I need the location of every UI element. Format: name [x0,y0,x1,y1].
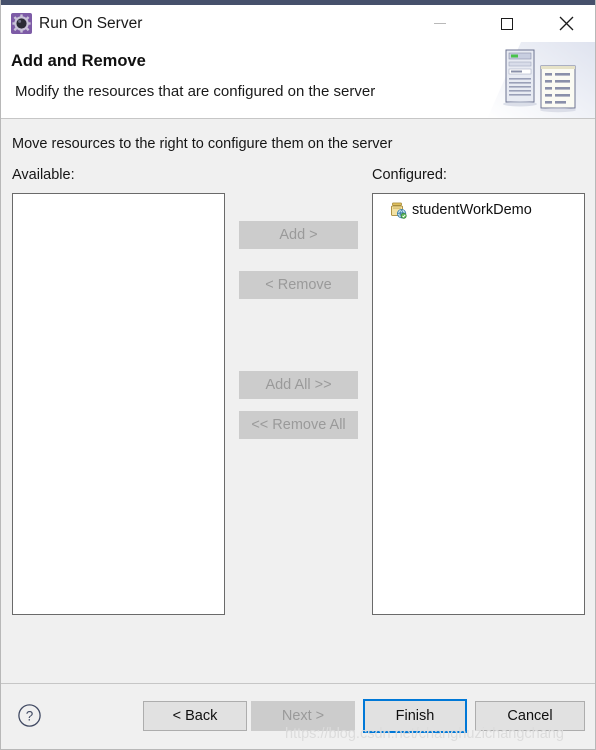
instruction-text: Move resources to the right to configure… [12,136,393,152]
run-on-server-dialog: Run On Server Add and Remove Modify the … [0,0,596,750]
finish-button[interactable]: Finish [363,699,467,733]
dialog-footer: ? < Back Next > Finish Cancel [1,684,595,749]
configured-listbox[interactable]: studentWorkDemo [372,193,585,615]
close-icon[interactable] [544,5,589,42]
gear-icon [11,13,32,34]
page-title: Add and Remove [11,52,146,70]
configured-label: Configured: [372,167,447,183]
title-bar: Run On Server [1,5,595,42]
svg-text:?: ? [26,709,34,724]
list-item-label: studentWorkDemo [412,202,532,218]
page-description: Modify the resources that are configured… [15,83,376,100]
cancel-button[interactable]: Cancel [475,701,585,731]
maximize-icon[interactable] [484,5,529,42]
next-button[interactable]: Next > [251,701,355,731]
help-icon[interactable]: ? [17,703,42,728]
main-content: Move resources to the right to configure… [1,119,595,683]
wizard-header: Add and Remove Modify the resources that… [1,42,595,119]
remove-all-button[interactable]: << Remove All [239,411,358,439]
back-button[interactable]: < Back [143,701,247,731]
add-button[interactable]: Add > [239,221,358,249]
list-item[interactable]: studentWorkDemo [373,199,584,221]
window-title: Run On Server [39,15,143,32]
remove-button[interactable]: < Remove [239,271,358,299]
server-and-document-icon [487,42,595,119]
available-listbox[interactable] [12,193,225,615]
add-all-button[interactable]: Add All >> [239,371,358,399]
available-label: Available: [12,167,75,183]
minimize-icon[interactable] [417,5,462,42]
web-project-icon [389,201,407,219]
